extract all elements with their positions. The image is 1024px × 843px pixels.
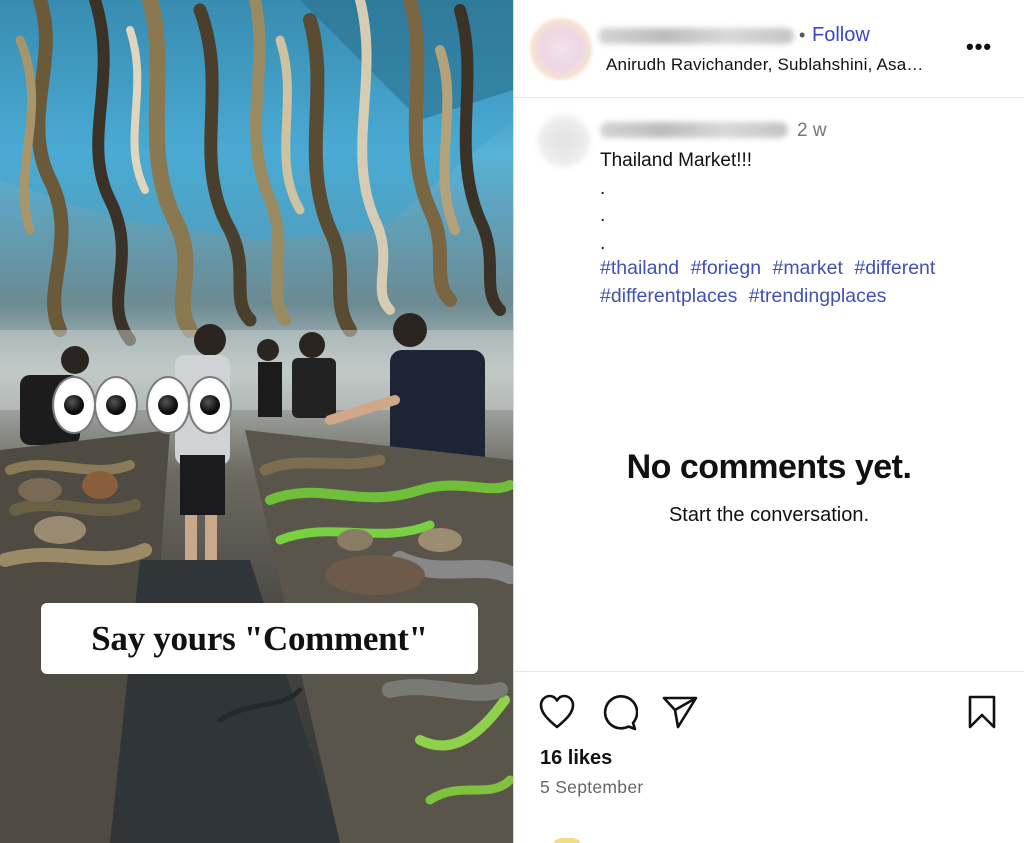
comment-icon[interactable]	[600, 694, 638, 732]
caption-author-avatar[interactable]	[538, 115, 590, 167]
eye-icon	[94, 376, 138, 434]
media-caption-overlay: Say yours "Comment"	[41, 603, 478, 674]
eye-icon	[52, 376, 96, 434]
hashtag-link[interactable]: #market	[772, 257, 842, 279]
caption-dot: .	[600, 177, 606, 199]
likes-count[interactable]: 16 likes	[540, 747, 612, 770]
start-conversation-text: Start the conversation.	[668, 504, 870, 526]
share-icon[interactable]	[661, 694, 699, 730]
post-media[interactable]: Say yours "Comment"	[0, 0, 513, 843]
separator-dot: •	[799, 25, 806, 45]
caption-text-block: Thailand Market!!! . . .	[600, 147, 752, 257]
post-time-ago[interactable]: 2 w	[797, 120, 827, 142]
no-comments-title: No comments yet.	[626, 448, 912, 486]
caption-title: Thailand Market!!!	[600, 150, 753, 171]
caption-dots: . . .	[600, 175, 752, 258]
hashtag-list: #thailand #foriegn #market #different #d…	[600, 254, 1000, 310]
caption-author-username-blurred[interactable]	[600, 122, 788, 138]
caption-dot: .	[600, 205, 606, 226]
eye-icon	[188, 376, 232, 434]
author-username-blurred[interactable]	[598, 28, 794, 44]
post-header: • Follow Anirudh Ravichander, Sublahshin…	[514, 0, 1024, 98]
post-details-panel: • Follow Anirudh Ravichander, Sublahshin…	[514, 0, 1024, 843]
more-options-button[interactable]: •••	[966, 34, 992, 60]
follow-button[interactable]: Follow	[812, 24, 870, 47]
post-date: 5 September	[540, 777, 644, 797]
eyes-emoji	[52, 376, 232, 434]
hashtag-link[interactable]: #foriegn	[691, 257, 761, 279]
current-user-avatar	[552, 838, 582, 843]
hashtag-link[interactable]: #different	[854, 257, 935, 279]
hashtag-link[interactable]: #thailand	[600, 257, 679, 279]
eye-icon	[146, 376, 190, 434]
caption-dot: .	[600, 232, 606, 254]
hashtag-link[interactable]: #trendingplaces	[749, 285, 887, 307]
hashtag-link[interactable]: #differentplaces	[600, 285, 737, 307]
audio-tagged-people[interactable]: Anirudh Ravichander, Sublahshini, Asa…	[606, 55, 924, 75]
author-avatar[interactable]	[530, 18, 592, 80]
bookmark-icon[interactable]	[966, 694, 998, 730]
action-bar: 16 likes 5 September	[514, 671, 1024, 843]
heart-icon[interactable]	[538, 694, 576, 730]
